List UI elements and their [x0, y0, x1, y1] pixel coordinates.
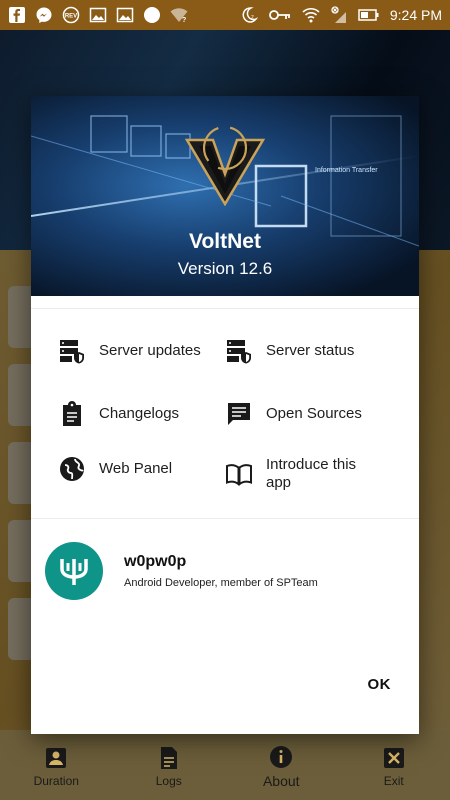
developer-role: Android Developer, member of SPTeam: [124, 577, 318, 589]
gallery-icon: [116, 7, 134, 23]
signal-icon: [331, 6, 346, 23]
web-panel-button[interactable]: Web Panel: [59, 456, 172, 482]
grid-item-label: Changelogs: [99, 405, 180, 422]
grid-item-label: Server updates: [99, 342, 201, 359]
clipboard-icon: [63, 401, 81, 426]
nav-logs[interactable]: Logs: [124, 746, 214, 788]
nav-exit[interactable]: Exit: [349, 746, 439, 788]
document-icon: [160, 747, 177, 769]
divider: [31, 308, 419, 309]
gallery-icon: [89, 7, 107, 23]
do-not-disturb-icon: z: [242, 7, 258, 23]
svg-text:?: ?: [182, 17, 186, 24]
about-dialog: Information Transfer VoltNet Version 12.…: [31, 96, 419, 734]
message-icon: [228, 403, 250, 425]
introduce-app-button[interactable]: Introduce this app: [226, 456, 376, 492]
nav-label: Logs: [155, 774, 182, 788]
key-icon: [268, 10, 290, 20]
nav-label: Duration: [33, 774, 79, 788]
rev-icon: REV: [62, 6, 80, 24]
changelogs-button[interactable]: Changelogs: [59, 401, 179, 427]
app-banner: Information Transfer VoltNet Version 12.…: [31, 96, 419, 296]
developer-card[interactable]: w0pw0p Android Developer, member of SPTe…: [45, 542, 318, 600]
battery-icon: [358, 9, 379, 21]
app-name: VoltNet: [189, 230, 261, 253]
svg-text:REV: REV: [65, 14, 77, 20]
bottom-navigation: Duration Logs About Exit: [0, 734, 450, 800]
server-shield-icon: [227, 340, 251, 364]
globe-icon: [60, 457, 84, 481]
server-status-button[interactable]: Server status: [226, 338, 354, 364]
wifi-icon: [302, 8, 320, 23]
nav-label: Exit: [383, 774, 404, 788]
ok-button[interactable]: OK: [368, 676, 392, 693]
grid-item-label: Open Sources: [266, 405, 362, 422]
messenger-icon: [36, 7, 52, 23]
server-updates-button[interactable]: Server updates: [59, 338, 201, 364]
grid-item-label: Web Panel: [99, 460, 173, 477]
trident-icon: [60, 559, 88, 585]
developer-name: w0pw0p: [124, 553, 187, 570]
voltnet-logo-icon: [184, 125, 266, 206]
grid-item-label: Introduce this app: [266, 456, 357, 491]
banner-caption: Information Transfer: [315, 167, 378, 174]
server-shield-icon: [60, 340, 84, 364]
status-bar: REV ? z 9:24 PM: [0, 0, 450, 30]
avatar: [45, 542, 103, 600]
open-sources-button[interactable]: Open Sources: [226, 401, 362, 427]
nav-about[interactable]: About: [236, 745, 326, 789]
clock: 9:24 PM: [389, 7, 442, 23]
book-icon: [226, 464, 252, 486]
badge-icon: [46, 748, 67, 768]
close-box-icon: [383, 748, 404, 768]
facebook-icon: [9, 7, 25, 23]
app-version: Version 12.6: [177, 259, 273, 278]
svg-text:z: z: [251, 15, 254, 21]
nav-label: About: [262, 773, 300, 789]
circle-icon: [144, 7, 160, 23]
nav-duration[interactable]: Duration: [11, 746, 101, 788]
grid-item-label: Server status: [266, 342, 355, 359]
divider: [31, 518, 419, 519]
info-icon: [270, 746, 293, 768]
wifi-question-icon: ?: [170, 8, 188, 24]
